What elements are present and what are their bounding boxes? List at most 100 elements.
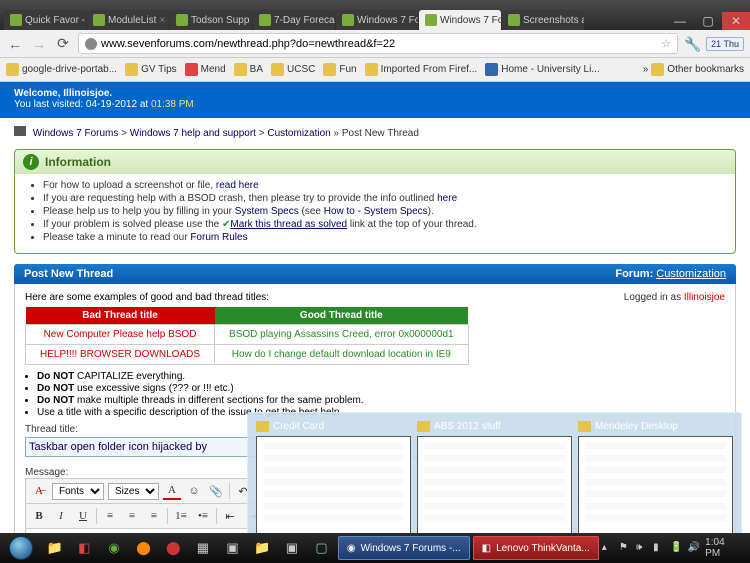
preview-thumbnail[interactable] (578, 436, 733, 534)
back-button[interactable]: ← (6, 35, 24, 53)
pinned-app-icon[interactable]: ◉ (101, 536, 128, 560)
smilies-button[interactable]: ☺ (185, 482, 203, 500)
bookmark-item[interactable]: Fun (323, 63, 356, 76)
info-bullet: Please take a minute to read our Forum R… (43, 232, 723, 243)
folder-icon (271, 63, 284, 76)
bookmarks-bar: google-drive-portab... GV Tips Mend BA U… (0, 58, 750, 82)
minimize-button[interactable]: — (666, 12, 694, 30)
font-color-button[interactable]: A (163, 482, 181, 500)
preview-item[interactable]: ABS 2012 stuff (417, 421, 572, 534)
preview-thumbnail[interactable] (256, 436, 411, 534)
pinned-app-icon[interactable]: ▣ (219, 536, 246, 560)
close-window-button[interactable]: ✕ (722, 12, 750, 30)
bookmark-item[interactable]: GV Tips (125, 63, 177, 76)
close-icon[interactable]: × (159, 15, 165, 26)
windows-taskbar: 📁 ◧ ◉ ⬤ ⬤ ▦ ▣ 📁 ▣ ▢ ◉Windows 7 Forums -.… (0, 533, 750, 563)
calendar-widget[interactable]: 21 Thu (706, 37, 744, 51)
browser-tab[interactable]: 7-Day Forecas× (253, 10, 335, 30)
taskbar-clock[interactable]: 1:04 PM (705, 537, 740, 559)
info-link[interactable]: Forum Rules (190, 232, 247, 243)
favicon (93, 14, 105, 26)
browser-tab[interactable]: Screenshots a× (502, 10, 584, 30)
forum-link[interactable]: Customization (656, 268, 726, 280)
table-cell: BSOD playing Assassins Creed, error 0x00… (215, 325, 469, 345)
font-select[interactable]: Fonts (52, 483, 104, 500)
rules-list: Do NOT CAPITALIZE everything. Do NOT use… (37, 371, 725, 418)
pinned-app-icon[interactable]: ⬤ (130, 536, 157, 560)
info-link[interactable]: read here (216, 180, 259, 191)
browser-tab[interactable]: Windows 7 Fo× (336, 10, 418, 30)
forward-button[interactable]: → (30, 35, 48, 53)
bookmark-item[interactable]: Home - University Li... (485, 63, 599, 76)
folder-icon (234, 63, 247, 76)
bold-button[interactable]: B (30, 507, 48, 525)
bookmark-star-icon[interactable]: ☆ (661, 37, 671, 50)
volume-icon[interactable]: 🔊 (688, 542, 700, 555)
underline-button[interactable]: U (74, 507, 92, 525)
folder-icon (323, 63, 336, 76)
info-link[interactable]: System Specs (235, 206, 299, 217)
pinned-app-icon[interactable]: 📁 (249, 536, 276, 560)
maximize-button[interactable]: ▢ (694, 12, 722, 30)
align-left-button[interactable]: ≡ (101, 507, 119, 525)
attach-button[interactable]: 📎 (207, 482, 225, 500)
info-link[interactable]: Mark this thread as solved (230, 219, 347, 230)
network-icon[interactable]: ▮ (653, 542, 665, 555)
taskbar-window-button[interactable]: ◧Lenovo ThinkVanta... (473, 536, 599, 560)
pinned-app-icon[interactable]: ▣ (279, 536, 306, 560)
preview-item[interactable]: Credit Card (256, 421, 411, 534)
align-center-button[interactable]: ≡ (123, 507, 141, 525)
system-tray: ▴ ⚑ 🕪 ▮ 🔋 🔊 1:04 PM (602, 537, 746, 559)
remove-format-button[interactable]: A̶ (30, 482, 48, 500)
show-hidden-icon[interactable]: ▴ (602, 542, 614, 555)
reload-button[interactable]: ⟳ (54, 35, 72, 53)
info-link[interactable]: here (437, 193, 457, 204)
size-select[interactable]: Sizes (108, 483, 159, 500)
taskbar-window-button[interactable]: ◉Windows 7 Forums -... (338, 536, 470, 560)
folder-icon (417, 421, 430, 432)
preview-item[interactable]: Mendeley Desktop (578, 421, 733, 534)
bookmark-item[interactable]: Imported From Firef... (365, 63, 478, 76)
bookmark-item[interactable]: UCSC (271, 63, 315, 76)
start-button[interactable] (4, 534, 38, 562)
outdent-button[interactable]: ⇤ (221, 507, 239, 525)
battery-icon[interactable]: 🔋 (670, 542, 682, 555)
table-cell: New Computer Please help BSOD (26, 325, 215, 345)
favicon (259, 14, 271, 26)
table-cell: How do I change default download locatio… (215, 345, 469, 365)
pinned-explorer-icon[interactable]: 📁 (41, 536, 68, 560)
pinned-app-icon[interactable]: ▦ (190, 536, 217, 560)
breadcrumb-link[interactable]: Customization (267, 128, 330, 139)
user-link[interactable]: Illinoisjoe (684, 292, 725, 303)
bookmark-item[interactable]: Mend (185, 63, 226, 76)
align-right-button[interactable]: ≡ (145, 507, 163, 525)
browser-tab[interactable]: ModuleList× (87, 10, 169, 30)
info-link[interactable]: How to - System Specs (324, 206, 428, 217)
breadcrumb-link[interactable]: Windows 7 help and support (130, 128, 256, 139)
home-icon[interactable] (14, 126, 26, 136)
browser-tab[interactable]: Todson Supp× (170, 10, 252, 30)
ordered-list-button[interactable]: 1≡ (172, 507, 190, 525)
rule-item: Do NOT use excessive signs (??? or !!! e… (37, 383, 725, 394)
tray-icon[interactable]: 🕪 (636, 542, 648, 555)
bookmark-item[interactable]: BA (234, 63, 263, 76)
other-bookmarks[interactable]: » Other bookmarks (643, 63, 744, 76)
rule-item: Do NOT CAPITALIZE everything. (37, 371, 725, 382)
browser-tab-active[interactable]: Windows 7 Fo× (419, 10, 501, 30)
info-bullet: Please help us to help you by filling in… (43, 206, 723, 217)
italic-button[interactable]: I (52, 507, 70, 525)
url-input[interactable]: www.sevenforums.com/newthread.php?do=new… (78, 33, 678, 54)
browser-tab[interactable]: Quick Favor -× (4, 10, 86, 30)
folder-icon (256, 421, 269, 432)
unordered-list-button[interactable]: •≡ (194, 507, 212, 525)
wrench-menu-icon[interactable]: 🔧 (684, 36, 700, 52)
pinned-app-icon[interactable]: ◧ (71, 536, 98, 560)
pinned-app-icon[interactable]: ⬤ (160, 536, 187, 560)
globe-icon (85, 38, 97, 50)
preview-thumbnail[interactable] (417, 436, 572, 534)
bookmark-item[interactable]: google-drive-portab... (6, 63, 117, 76)
chrome-icon: ◉ (347, 543, 356, 554)
tray-icon[interactable]: ⚑ (619, 542, 631, 555)
pinned-app-icon[interactable]: ▢ (308, 536, 335, 560)
breadcrumb-link[interactable]: Windows 7 Forums (33, 128, 119, 139)
